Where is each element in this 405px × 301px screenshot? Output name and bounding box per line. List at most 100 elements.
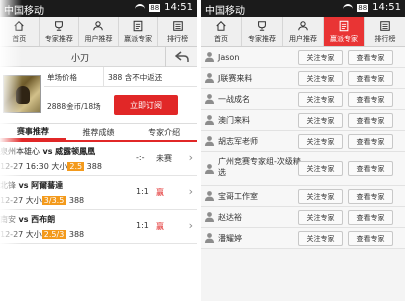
battery-icon: 88 bbox=[149, 3, 161, 12]
expert-list: Jason 关注专家 查看专家 J联赛来料 关注专家 查看专家 一战成名 关注专家 查看专家 澳门… bbox=[201, 47, 405, 249]
divider bbox=[44, 86, 197, 87]
match-teams: 南安 vs 西布朗 bbox=[0, 214, 55, 225]
expert-row: 赵达裕 关注专家 查看专家 bbox=[201, 207, 405, 228]
tab-label: 专家推荐 bbox=[44, 34, 73, 43]
expert-name: 宝哥工作室 bbox=[218, 192, 258, 201]
avatar bbox=[3, 75, 41, 113]
status-bar: 中国移动 88 14:51 bbox=[0, 0, 197, 17]
document-icon bbox=[339, 20, 349, 31]
expert-name: 胡志军老师 bbox=[218, 137, 258, 146]
view-expert-button[interactable]: 查看专家 bbox=[348, 50, 393, 65]
match-teams: 北锋 vs 阿爾蕃達 bbox=[0, 180, 63, 191]
market-label: 大小 bbox=[51, 162, 68, 171]
match-row[interactable]: 泉州本雄心 vs 威露顿鳳凰 12-27 16:30 大小 2.5 388 -:- 未赛… bbox=[0, 142, 197, 176]
view-expert-button[interactable]: 查看专家 bbox=[348, 210, 393, 225]
tab-expert-intro[interactable]: 专家介绍 bbox=[131, 124, 197, 140]
match-meta: 12-27 大小 3/3.5 388 bbox=[0, 195, 84, 206]
tab-ranking[interactable]: 排行榜 bbox=[364, 17, 405, 46]
subscribe-button[interactable]: 立即订阅 bbox=[114, 95, 178, 115]
user-icon bbox=[204, 94, 215, 104]
title-bar: 小刀 bbox=[0, 47, 197, 67]
view-expert-button[interactable]: 查看专家 bbox=[348, 113, 393, 128]
expert-name: Jason bbox=[218, 53, 240, 62]
tab-recommend-results[interactable]: 推荐成绩 bbox=[66, 124, 132, 140]
match-row[interactable]: 北锋 vs 阿爾蕃達 12-27 大小 3/3.5 388 1:1 赢 › bbox=[0, 176, 197, 210]
expert-name: 广州竞赛专家组-次级精选 bbox=[218, 157, 301, 177]
expert-name: 一战成名 bbox=[218, 95, 250, 104]
clock-label: 14:51 bbox=[372, 2, 401, 13]
view-expert-button[interactable]: 查看专家 bbox=[348, 134, 393, 149]
follow-expert-button[interactable]: 关注专家 bbox=[298, 189, 343, 204]
battery-icon: 88 bbox=[357, 3, 369, 12]
tab-home[interactable]: 首页 bbox=[201, 17, 241, 46]
tab-user[interactable]: 用户推荐 bbox=[78, 17, 118, 46]
vs-label: vs bbox=[42, 147, 53, 156]
user-icon bbox=[204, 212, 215, 222]
vs-label: vs bbox=[18, 181, 29, 190]
main-tab-bar: 首页 专家推荐 用户推荐 赢派专家 排行榜 bbox=[0, 17, 197, 47]
match-result: 赢 bbox=[156, 188, 164, 197]
back-button[interactable] bbox=[165, 47, 197, 67]
user-icon bbox=[204, 136, 215, 146]
price-label: 单场价格 bbox=[47, 73, 77, 82]
match-row[interactable]: 南安 vs 西布朗 12-27 大小 2.5/3 388 1:1 赢 › bbox=[0, 210, 197, 244]
tab-match-recommend[interactable]: 赛事推荐 bbox=[0, 124, 66, 140]
tab-home[interactable]: 首页 bbox=[0, 17, 39, 46]
view-expert-button[interactable]: 查看专家 bbox=[348, 71, 393, 86]
expert-row: 澳门来料 关注专家 查看专家 bbox=[201, 110, 405, 131]
expert-row: 宝哥工作室 关注专家 查看专家 bbox=[201, 186, 405, 207]
follow-expert-button[interactable]: 关注专家 bbox=[298, 161, 343, 176]
match-list: 泉州本雄心 vs 威露顿鳳凰 12-27 16:30 大小 2.5 388 -:- 未赛… bbox=[0, 142, 197, 244]
match-score: 1:1 bbox=[136, 221, 149, 230]
match-date: 12-27 16:30 bbox=[0, 162, 49, 171]
tab-label: 用户推荐 bbox=[289, 34, 317, 43]
view-expert-button[interactable]: 查看专家 bbox=[348, 189, 393, 204]
expert-row: J联赛来料 关注专家 查看专家 bbox=[201, 68, 405, 89]
guarantee-label: 388 含不中返还 bbox=[108, 73, 163, 82]
wifi-icon bbox=[135, 3, 146, 12]
tab-trophy[interactable]: 专家推荐 bbox=[38, 17, 79, 46]
ranking-icon bbox=[172, 20, 183, 31]
document-icon bbox=[133, 20, 143, 31]
follow-expert-button[interactable]: 关注专家 bbox=[298, 231, 343, 246]
tab-label: 专家推荐 bbox=[248, 34, 276, 43]
follow-expert-button[interactable]: 关注专家 bbox=[298, 113, 343, 128]
follow-expert-button[interactable]: 关注专家 bbox=[298, 210, 343, 225]
tab-label: 首页 bbox=[214, 34, 228, 43]
view-expert-button[interactable]: 查看专家 bbox=[348, 231, 393, 246]
user-icon bbox=[298, 20, 308, 30]
tab-user[interactable]: 用户推荐 bbox=[282, 17, 323, 46]
away-team: 西布朗 bbox=[31, 215, 56, 224]
expert-name: J联赛来料 bbox=[218, 74, 253, 83]
follow-expert-button[interactable]: 关注专家 bbox=[298, 71, 343, 86]
user-icon bbox=[204, 52, 215, 62]
home-team: 南安 bbox=[0, 215, 16, 224]
market-label: 大小 bbox=[25, 230, 42, 239]
expert-name: 赵达裕 bbox=[218, 213, 242, 222]
tab-ranking[interactable]: 排行榜 bbox=[157, 17, 197, 46]
clock-label: 14:51 bbox=[164, 2, 193, 13]
view-expert-button[interactable]: 查看专家 bbox=[348, 92, 393, 107]
home-team: 泉州本雄心 bbox=[0, 147, 40, 156]
view-expert-button[interactable]: 查看专家 bbox=[348, 161, 393, 176]
back-arrow-icon bbox=[174, 51, 189, 62]
follow-expert-button[interactable]: 关注专家 bbox=[298, 50, 343, 65]
carrier-label: 中国移动 bbox=[4, 6, 44, 17]
status-icons: 88 14:51 bbox=[343, 2, 401, 13]
expert-row: 广州竞赛专家组-次级精选 关注专家 查看专家 bbox=[201, 152, 405, 186]
follow-expert-button[interactable]: 关注专家 bbox=[298, 134, 343, 149]
stake-label: 388 bbox=[68, 196, 85, 205]
user-icon bbox=[93, 20, 104, 30]
divider bbox=[103, 67, 104, 86]
match-date: 12-27 bbox=[0, 196, 24, 205]
tab-label: 赢派专家 bbox=[330, 34, 358, 43]
match-teams: 泉州本雄心 vs 威露顿鳳凰 bbox=[0, 146, 95, 157]
carrier-label: 中国移动 bbox=[205, 6, 245, 17]
follow-expert-button[interactable]: 关注专家 bbox=[298, 92, 343, 107]
expert-name: 潘耀婷 bbox=[218, 234, 242, 243]
trophy-icon bbox=[258, 20, 266, 31]
tab-trophy[interactable]: 专家推荐 bbox=[241, 17, 282, 46]
tab-label: 排行榜 bbox=[374, 34, 396, 43]
tab-document[interactable]: 赢派专家 bbox=[323, 17, 364, 46]
tab-document[interactable]: 赢派专家 bbox=[117, 17, 158, 46]
